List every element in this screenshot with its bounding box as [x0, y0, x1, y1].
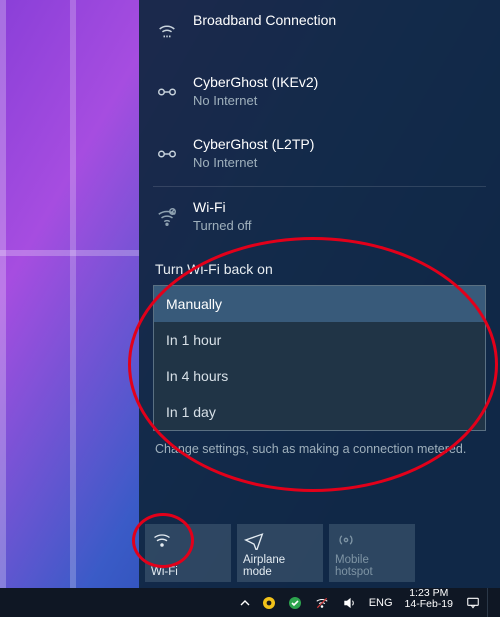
airplane-icon: [243, 530, 317, 552]
option-1-hour[interactable]: In 1 hour: [154, 322, 485, 358]
turn-wifi-back-on-label: Turn Wi-Fi back on: [139, 249, 500, 285]
tile-label: Airplane mode: [243, 554, 317, 578]
tray-security-icon[interactable]: [282, 588, 308, 617]
quick-action-tiles: Wi-Fi Airplane mode Mobile hotspot: [139, 518, 421, 588]
tile-label: Mobile hotspot: [335, 554, 409, 578]
network-name: Broadband Connection: [193, 12, 336, 29]
vpn-icon: [155, 136, 179, 172]
turn-wifi-back-on-select[interactable]: Manually In 1 hour In 4 hours In 1 day: [153, 285, 486, 431]
wifi-icon: [151, 530, 225, 552]
network-name: CyberGhost (IKEv2): [193, 74, 318, 91]
option-4-hours[interactable]: In 4 hours: [154, 358, 485, 394]
tray-overflow-button[interactable]: [234, 588, 256, 617]
tray-language[interactable]: ENG: [363, 588, 399, 617]
tray-volume-icon[interactable]: [336, 588, 363, 617]
network-flyout: Broadband Connection CyberGhost (IKEv2) …: [139, 0, 500, 588]
change-settings-link[interactable]: Change settings, such as making a connec…: [139, 431, 500, 467]
tray-app-icon[interactable]: [256, 588, 282, 617]
wifi-status: Turned off: [193, 218, 252, 234]
system-tray: ENG 1:23 PM 14-Feb-19: [234, 588, 500, 617]
action-center-button[interactable]: [459, 588, 487, 617]
network-item-broadband[interactable]: Broadband Connection: [139, 0, 500, 62]
network-item-vpn-l2tp[interactable]: CyberGhost (L2TP) No Internet: [139, 124, 500, 186]
tile-label: Wi-Fi: [151, 566, 225, 578]
show-desktop-button[interactable]: [487, 588, 500, 617]
vpn-icon: [155, 74, 179, 110]
wifi-label: Wi-Fi: [193, 199, 252, 216]
tile-wifi[interactable]: Wi-Fi: [145, 524, 231, 582]
wifi-section[interactable]: Wi-Fi Turned off: [139, 187, 500, 249]
network-status: No Internet: [193, 93, 318, 109]
option-1-day[interactable]: In 1 day: [154, 394, 485, 430]
tile-mobile-hotspot[interactable]: Mobile hotspot: [329, 524, 415, 582]
hotspot-icon: [335, 530, 409, 552]
tile-airplane-mode[interactable]: Airplane mode: [237, 524, 323, 582]
tray-clock[interactable]: 1:23 PM 14-Feb-19: [399, 588, 459, 617]
wifi-off-icon: [155, 199, 179, 235]
tray-network-icon[interactable]: [308, 588, 336, 617]
taskbar: ENG 1:23 PM 14-Feb-19: [0, 588, 500, 617]
dialup-icon: [155, 12, 179, 48]
network-name: CyberGhost (L2TP): [193, 136, 314, 153]
option-manually[interactable]: Manually: [154, 286, 485, 322]
network-status: No Internet: [193, 155, 314, 171]
network-item-vpn-ikev2[interactable]: CyberGhost (IKEv2) No Internet: [139, 62, 500, 124]
clock-date: 14-Feb-19: [405, 599, 453, 610]
